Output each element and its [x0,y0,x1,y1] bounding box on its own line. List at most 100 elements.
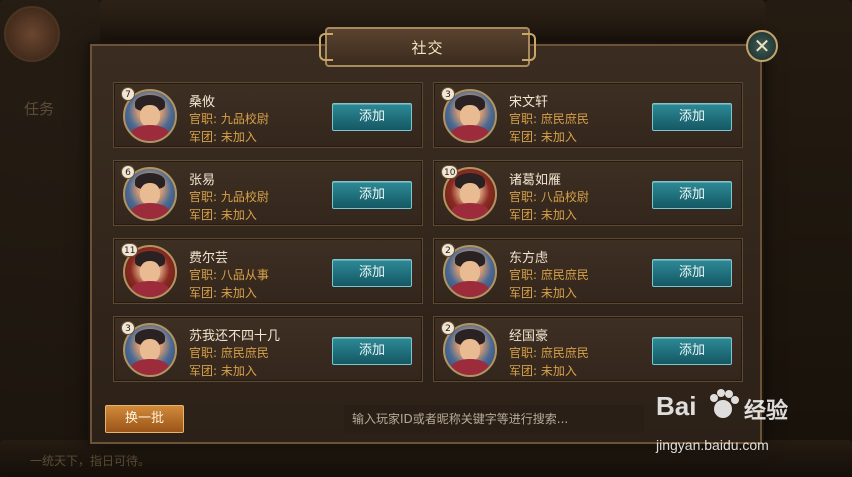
player-legion: 军团: 未加入 [509,128,577,145]
paw-icon [710,389,739,418]
portrait-face [460,261,480,283]
rank-value: 庶民庶民 [220,346,269,360]
portrait-face [460,339,480,361]
legion-label: 军团: [509,208,538,222]
level-badge: 2 [441,321,455,335]
player-name: 经国豪 [509,329,549,344]
rank-value: 庶民庶民 [540,268,589,282]
portrait-robe [451,359,489,375]
player-legion: 军团: 未加入 [189,128,257,145]
legion-value: 未加入 [540,130,577,144]
dialog-title-plate: 社交 [319,27,536,67]
add-friend-button[interactable]: 添加 [332,259,412,287]
player-card: 6 张易 官职: 九品校尉 军团: 未加入 添加 [113,160,423,226]
portrait-robe [451,125,489,141]
rank-label: 官职: [509,190,538,204]
player-legion: 军团: 未加入 [189,284,257,301]
legion-value: 未加入 [220,208,257,222]
portrait-robe [451,203,489,219]
legion-label: 军团: [509,286,538,300]
rank-value: 庶民庶民 [540,346,589,360]
add-friend-button[interactable]: 添加 [652,337,732,365]
portrait-robe [131,125,169,141]
rank-label: 官职: [509,268,538,282]
legion-label: 军团: [189,364,218,378]
portrait-face [140,261,160,283]
dialog-title: 社交 [411,38,444,57]
rank-value: 八品从事 [220,268,269,282]
level-badge: 10 [441,165,459,179]
portrait-robe [131,281,169,297]
player-card: 10 诸葛如雁 官职: 八品校尉 军团: 未加入 添加 [433,160,743,226]
player-legion: 军团: 未加入 [509,284,577,301]
portrait-robe [451,281,489,297]
legion-value: 未加入 [540,208,577,222]
level-badge: 7 [121,87,135,101]
player-rank: 官职: 庶民庶民 [189,344,269,361]
watermark-cn: 经验 [744,399,789,424]
legion-label: 军团: [189,130,218,144]
portrait-face [140,339,160,361]
level-badge: 3 [441,87,455,101]
player-rank: 官职: 九品校尉 [189,110,269,127]
player-name: 诸葛如雁 [509,173,562,188]
player-card: 2 经国豪 官职: 庶民庶民 军团: 未加入 添加 [433,316,743,382]
level-badge: 2 [441,243,455,257]
close-icon: ✕ [753,34,771,58]
watermark-logo: Bai [656,391,697,421]
player-name: 苏我还不四十几 [189,329,281,344]
level-badge: 11 [121,243,139,257]
title-ornament-right [522,33,536,61]
portrait-face [140,183,160,205]
legion-label: 军团: [509,130,538,144]
player-rank: 官职: 八品从事 [189,266,269,283]
player-legion: 军团: 未加入 [509,206,577,223]
rank-label: 官职: [189,346,218,360]
rank-value: 九品校尉 [220,112,269,126]
player-card: 2 东方虑 官职: 庶民庶民 军团: 未加入 添加 [433,238,743,304]
legion-value: 未加入 [540,286,577,300]
player-card: 3 宋文轩 官职: 庶民庶民 军团: 未加入 添加 [433,82,743,148]
player-legion: 军团: 未加入 [189,362,257,379]
add-friend-button[interactable]: 添加 [652,181,732,209]
rank-value: 庶民庶民 [540,112,589,126]
legion-label: 军团: [189,208,218,222]
portrait-face [460,105,480,127]
portrait-robe [131,359,169,375]
legion-value: 未加入 [220,286,257,300]
player-rank: 官职: 九品校尉 [189,188,269,205]
close-button[interactable]: ✕ [746,30,778,62]
rank-label: 官职: [189,190,218,204]
player-legion: 军团: 未加入 [189,206,257,223]
baidu-watermark: Bai 经验 jingyan.baidu.com [656,385,806,460]
add-friend-button[interactable]: 添加 [652,259,732,287]
rank-label: 官职: [509,346,538,360]
player-rank: 官职: 庶民庶民 [509,344,589,361]
legion-value: 未加入 [220,364,257,378]
add-friend-button[interactable]: 添加 [332,181,412,209]
rank-value: 八品校尉 [540,190,589,204]
refresh-batch-button[interactable]: 换一批 [105,405,184,433]
player-card: 3 苏我还不四十几 官职: 庶民庶民 军团: 未加入 添加 [113,316,423,382]
rank-value: 九品校尉 [220,190,269,204]
portrait-face [460,183,480,205]
player-card: 11 费尔芸 官职: 八品从事 军团: 未加入 添加 [113,238,423,304]
search-input[interactable] [344,405,644,433]
player-name: 宋文轩 [509,95,549,110]
player-rank: 官职: 庶民庶民 [509,110,589,127]
rank-label: 官职: [189,112,218,126]
level-badge: 3 [121,321,135,335]
rank-label: 官职: [509,112,538,126]
add-friend-button[interactable]: 添加 [652,103,732,131]
add-friend-button[interactable]: 添加 [332,103,412,131]
title-ornament-left [319,33,333,61]
player-name: 费尔芸 [189,251,229,266]
player-rank: 官职: 庶民庶民 [509,266,589,283]
player-card: 7 桑攸 官职: 九品校尉 军团: 未加入 添加 [113,82,423,148]
add-friend-button[interactable]: 添加 [332,337,412,365]
player-legion: 军团: 未加入 [509,362,577,379]
player-name: 桑攸 [189,95,216,110]
player-rank: 官职: 八品校尉 [509,188,589,205]
level-badge: 6 [121,165,135,179]
legion-label: 军团: [509,364,538,378]
